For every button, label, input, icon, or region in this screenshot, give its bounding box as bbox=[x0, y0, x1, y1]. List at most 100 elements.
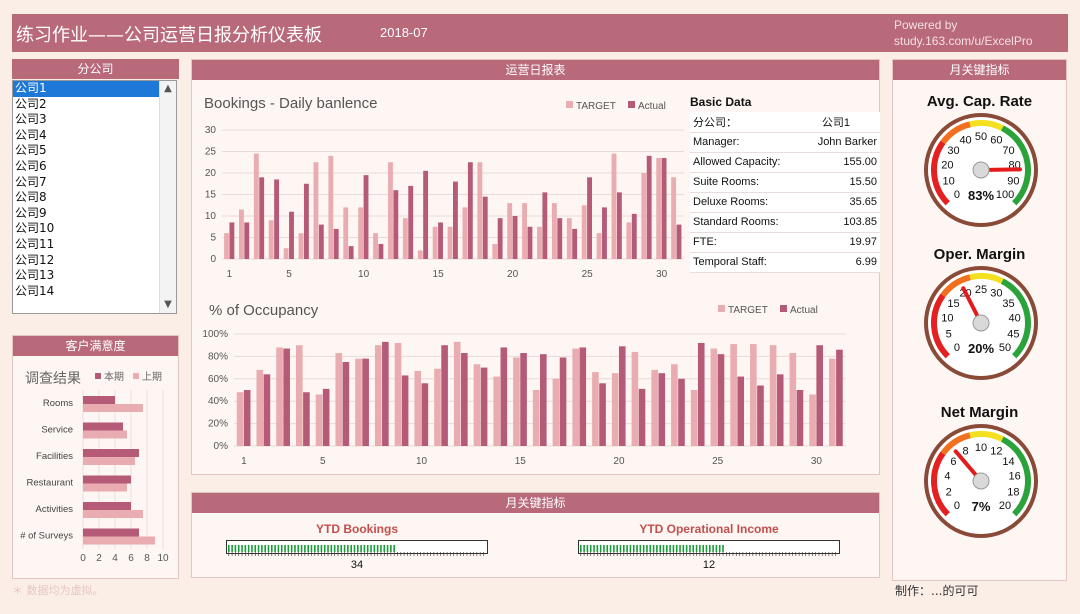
branch-item[interactable]: 公司3 bbox=[13, 112, 176, 128]
branch-item[interactable]: 公司12 bbox=[13, 253, 176, 269]
bar-target bbox=[611, 153, 617, 259]
progress-tick-filled bbox=[287, 545, 290, 552]
footnote: ＊ 数据均为虚拟。 bbox=[12, 584, 104, 597]
progress-tick-filled bbox=[357, 545, 359, 552]
ytd-panel: 月关键指标 YTD Bookings 34 YTD Operational In… bbox=[191, 492, 880, 578]
basic-data-row: Manager: John Barker bbox=[690, 132, 880, 153]
progress-tick-filled bbox=[376, 545, 379, 552]
branch-item[interactable]: 公司10 bbox=[13, 221, 176, 237]
progress-tick-filled bbox=[267, 545, 270, 552]
credit-line-1: Powered by bbox=[894, 18, 958, 32]
progress-tick-filled bbox=[656, 545, 658, 552]
bar-actual bbox=[283, 348, 290, 446]
branch-item[interactable]: 公司11 bbox=[13, 237, 176, 253]
bar-actual bbox=[401, 375, 409, 446]
basic-data-row: Suite Rooms: 15.50 bbox=[690, 172, 880, 193]
branch-item[interactable]: 公司13 bbox=[13, 268, 176, 284]
progress-tick-filled bbox=[297, 545, 300, 552]
bar-target bbox=[829, 358, 836, 446]
progress-tick-filled bbox=[632, 545, 635, 552]
net-margin-gauge: 02 468 10 1214 16 1820 7% bbox=[924, 424, 1038, 538]
legend-swatch-current bbox=[95, 373, 101, 379]
gauge-tick-label: 5 bbox=[946, 329, 952, 341]
x-tick-label: 30 bbox=[656, 269, 668, 280]
y-tick-label: 0% bbox=[214, 441, 229, 452]
bar-actual bbox=[229, 222, 235, 259]
progress-tick-filled bbox=[290, 545, 293, 552]
gauge-title-net-margin: Net Margin bbox=[940, 404, 1019, 421]
progress-tick-filled bbox=[300, 545, 303, 552]
progress-tick-filled bbox=[692, 545, 695, 552]
branch-item[interactable]: 公司2 bbox=[13, 97, 176, 113]
bar-target bbox=[236, 392, 244, 446]
progress-tick-filled bbox=[231, 545, 233, 552]
monthly-kpi-heading: 月关键指标 bbox=[893, 60, 1066, 80]
progress-tick-filled bbox=[390, 545, 392, 552]
branch-item[interactable]: 公司1 bbox=[13, 81, 176, 97]
branch-item[interactable]: 公司14 bbox=[13, 284, 176, 300]
progress-tick-filled bbox=[254, 545, 257, 552]
branch-item[interactable]: 公司8 bbox=[13, 190, 176, 206]
y-tick-label: 25 bbox=[205, 147, 217, 158]
gauge-title-oper-margin: Oper. Margin bbox=[933, 246, 1026, 263]
gauge-tick-label: 40 bbox=[1008, 313, 1020, 325]
scroll-down-icon[interactable]: ▼ bbox=[160, 297, 176, 313]
progress-tick-empty bbox=[728, 545, 731, 552]
bar-actual bbox=[527, 226, 533, 259]
bar-actual bbox=[480, 367, 488, 446]
category-label: Service bbox=[41, 425, 73, 436]
gauge-tick-label: 20 bbox=[941, 160, 953, 172]
gauge-tick-label: 25 bbox=[975, 284, 987, 296]
x-tick-label: 0 bbox=[80, 553, 86, 564]
bar-target bbox=[414, 370, 422, 446]
branch-item[interactable]: 公司6 bbox=[13, 159, 176, 175]
ytd-income-value: 12 bbox=[702, 559, 716, 571]
progress-tick-filled bbox=[639, 545, 642, 552]
progress-tick-filled bbox=[234, 545, 237, 552]
progress-tick-filled bbox=[241, 545, 243, 552]
progress-tick-filled bbox=[609, 545, 612, 552]
x-tick-label: 2 bbox=[96, 553, 102, 564]
ytd-heading: 月关键指标 bbox=[192, 493, 879, 513]
bar-actual bbox=[542, 192, 548, 259]
x-tick-label: 30 bbox=[811, 456, 823, 467]
bar-actual bbox=[540, 354, 547, 446]
gauge-tick-label: 10 bbox=[975, 442, 987, 454]
bar-target bbox=[789, 353, 797, 446]
gauge-tick-label: 0 bbox=[954, 500, 960, 512]
legend-swatch-target bbox=[718, 305, 725, 312]
gauge-tick-label: 6 bbox=[950, 456, 956, 468]
progress-tick-empty bbox=[745, 545, 747, 552]
branch-scrollbar[interactable]: ▲ ▼ bbox=[159, 81, 176, 313]
bar-target bbox=[283, 248, 289, 259]
satisfaction-chart: 调查结果 本期 上期 0 2 4 6 8 10 Rooms Service Facilities Res… bbox=[20, 370, 169, 564]
bar-target bbox=[388, 162, 393, 259]
progress-tick-filled bbox=[317, 545, 319, 552]
branch-item[interactable]: 公司4 bbox=[13, 128, 176, 144]
bar-previous bbox=[83, 404, 143, 412]
progress-tick-empty bbox=[798, 545, 800, 552]
bar-target bbox=[268, 220, 274, 259]
bar-previous bbox=[83, 457, 135, 465]
bar-target bbox=[611, 373, 619, 446]
progress-tick-filled bbox=[280, 545, 283, 552]
branch-item[interactable]: 公司7 bbox=[13, 175, 176, 191]
bar-actual bbox=[342, 362, 350, 446]
bar-target bbox=[432, 226, 438, 259]
progress-tick-filled bbox=[366, 545, 369, 552]
branch-item[interactable]: 公司5 bbox=[13, 143, 176, 159]
progress-tick-filled bbox=[264, 545, 266, 552]
oper-margin-gauge: 0510152025303540455020% bbox=[924, 266, 1038, 380]
legend-label-current: 本期 bbox=[104, 370, 124, 383]
progress-tick-empty bbox=[778, 545, 781, 552]
progress-tick-empty bbox=[781, 545, 784, 552]
branch-item[interactable]: 公司9 bbox=[13, 206, 176, 222]
branch-listbox[interactable]: 公司1 公司2 公司3 公司4 公司5 公司6 公司7 公司8 公司9 公司10 公司11 公司12 公… bbox=[12, 80, 177, 314]
bar-previous bbox=[83, 483, 127, 492]
bar-target bbox=[592, 372, 599, 446]
progress-tick-filled bbox=[616, 545, 618, 552]
bar-target bbox=[730, 344, 737, 446]
progress-tick-filled bbox=[619, 545, 622, 552]
scroll-up-icon[interactable]: ▲ bbox=[160, 81, 176, 97]
progress-tick-filled bbox=[360, 545, 362, 552]
